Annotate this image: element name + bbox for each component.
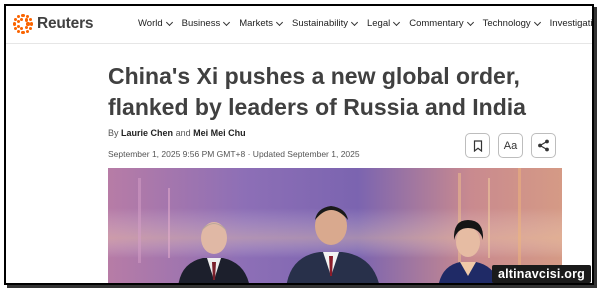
logo-dot (24, 18, 28, 22)
browser-frame: Reuters World Business Markets Sustainab… (4, 4, 594, 285)
text-size-label: Aa (503, 139, 518, 152)
chevron-down-icon (275, 18, 284, 26)
logo-dot (25, 29, 29, 33)
logo-dot (20, 17, 24, 21)
nav-label: Business (181, 18, 221, 29)
chevron-down-icon (350, 18, 359, 26)
article-dateline: September 1, 2025 9:56 PM GMT+8 · Update… (108, 149, 360, 159)
chevron-down-icon (165, 18, 173, 26)
nav-label: World (138, 18, 163, 29)
nav-item-investigations[interactable]: Investigations (549, 18, 593, 29)
section-nav: World Business Markets Sustainability Le… (138, 18, 593, 29)
logo-dot (12, 22, 17, 26)
bookmark-button[interactable] (465, 133, 490, 158)
nav-label: Legal (366, 18, 391, 29)
chevron-down-icon (466, 18, 474, 26)
share-icon (538, 139, 549, 152)
text-size-button[interactable]: Aa (498, 133, 523, 158)
logo-dot (17, 29, 21, 33)
chevron-down-icon (223, 18, 231, 26)
nav-label: Commentary (409, 18, 464, 29)
byline-conjunction: and (175, 128, 191, 138)
logo-dot (16, 24, 21, 28)
reuters-logo[interactable]: Reuters (12, 13, 94, 35)
author-link-laurie-chen[interactable]: Laurie Chen (121, 128, 173, 138)
nav-item-sustainability[interactable]: Sustainability (292, 18, 359, 29)
bookmark-icon (473, 139, 482, 152)
nav-item-business[interactable]: Business (181, 18, 231, 29)
logo-dot (29, 22, 34, 26)
nav-item-world[interactable]: World (138, 18, 173, 29)
nav-item-markets[interactable]: Markets (239, 18, 284, 29)
byline-prefix: By (108, 128, 119, 138)
nav-label: Sustainability (292, 18, 348, 29)
chevron-down-icon (393, 18, 401, 26)
author-link-mei-mei-chu[interactable]: Mei Mei Chu (193, 128, 246, 138)
reuters-logo-icon (12, 13, 34, 35)
nav-label: Markets (239, 18, 273, 29)
watermark: altinavcisi.org (491, 265, 591, 283)
logo-dot (21, 30, 25, 35)
logo-dot (20, 27, 24, 31)
logo-dot (26, 22, 30, 26)
brand-name: Reuters (37, 15, 94, 32)
nav-item-legal[interactable]: Legal (366, 18, 401, 29)
nav-item-commentary[interactable]: Commentary (409, 18, 474, 29)
nav-item-technology[interactable]: Technology (482, 18, 541, 29)
top-navigation-bar: Reuters World Business Markets Sustainab… (6, 6, 592, 44)
logo-dot (28, 26, 32, 30)
article-tools: Aa (465, 133, 564, 158)
nav-label: Technology (482, 18, 531, 29)
article-headline: China's Xi pushes a new global order, fl… (108, 63, 526, 120)
chevron-down-icon (533, 18, 541, 26)
share-button[interactable] (531, 133, 556, 158)
logo-dot (28, 18, 32, 22)
byline: By Laurie Chen and Mei Mei Chu (108, 128, 246, 138)
nav-label: Investigations (549, 18, 593, 29)
logo-dot (21, 13, 25, 18)
